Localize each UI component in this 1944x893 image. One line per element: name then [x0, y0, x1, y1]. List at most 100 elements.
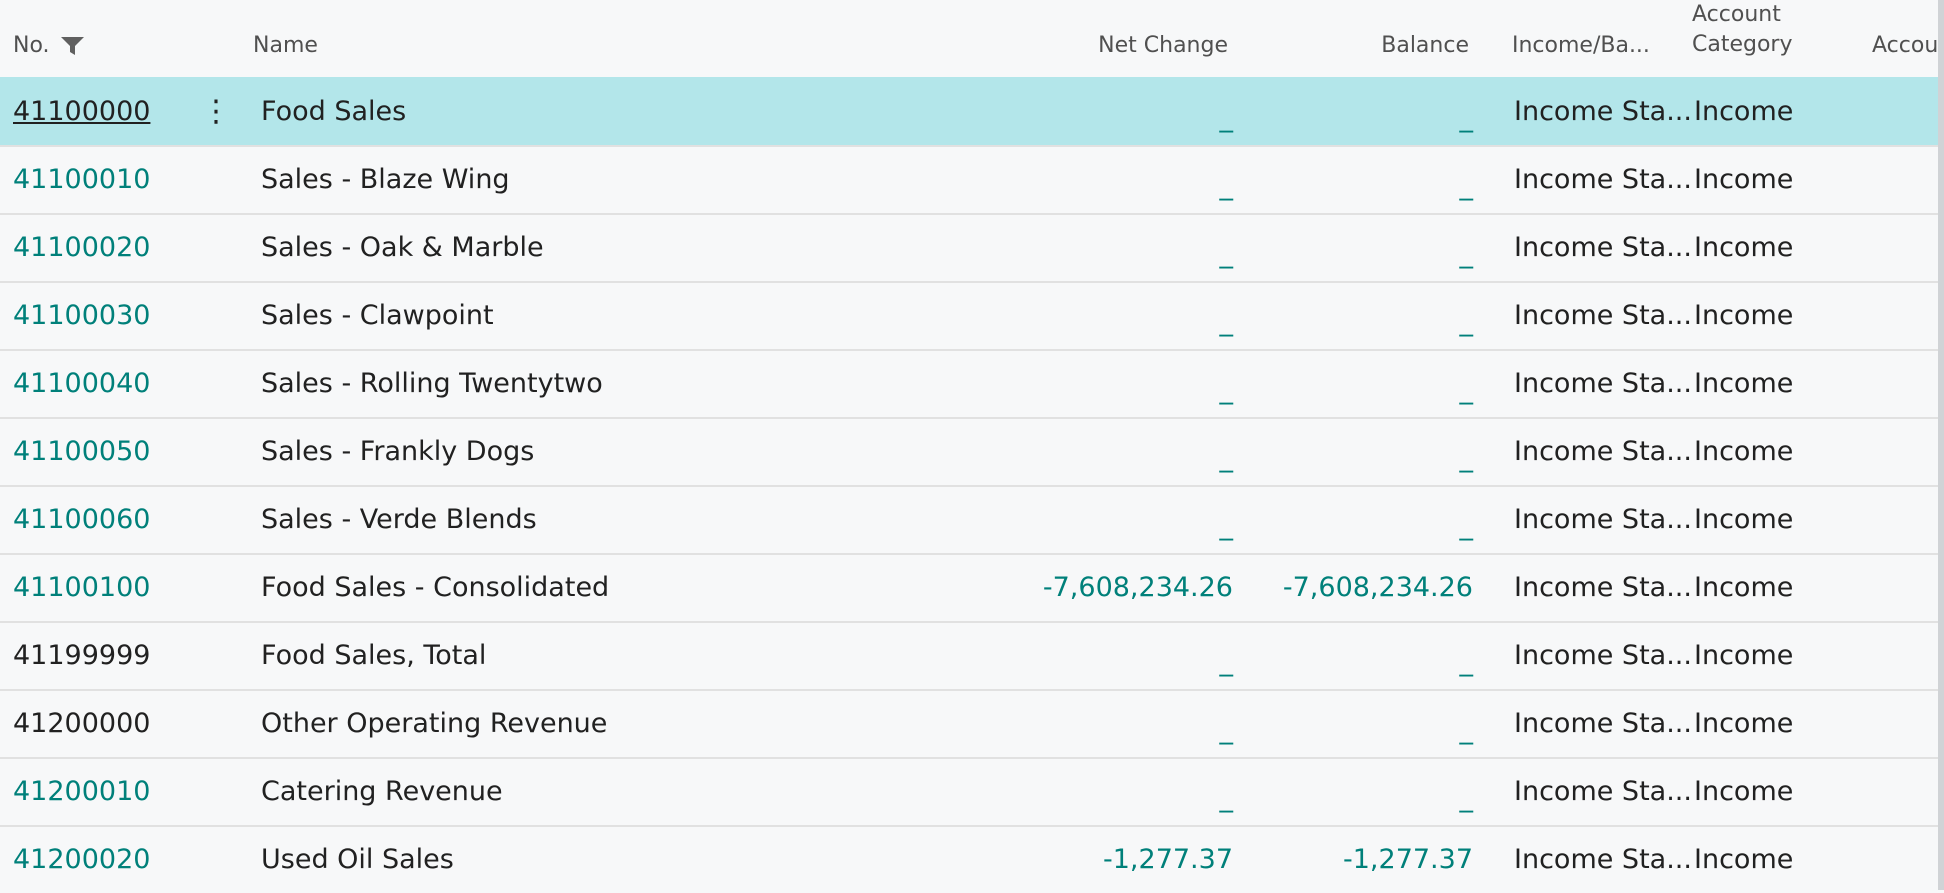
table-row[interactable]: 41100100 Food Sales - Consolidated -7,60…	[0, 553, 1938, 621]
table-body: 41100000 ⋮ Food Sales _ _ Income Sta... I…	[0, 77, 1938, 893]
net-change-value[interactable]: _	[1000, 85, 1234, 151]
account-no-link[interactable]: 41100000	[13, 79, 150, 145]
balance-value[interactable]: _	[1240, 425, 1474, 491]
account-category-value: Income	[1694, 640, 1794, 671]
table-row[interactable]: 41100010 Sales - Blaze Wing _ _ Income S…	[0, 145, 1938, 213]
filter-icon[interactable]	[60, 35, 86, 57]
account-category-value: Income	[1694, 232, 1794, 263]
account-no-link[interactable]: 41200020	[13, 827, 150, 893]
net-change-value[interactable]: _	[1000, 425, 1234, 491]
income-balance-value: Income Sta...	[1514, 232, 1692, 263]
account-name: Other Operating Revenue	[261, 708, 608, 739]
balance-value[interactable]: _	[1240, 697, 1474, 763]
account-name: Food Sales, Total	[261, 640, 487, 671]
net-change-value[interactable]: _	[1000, 765, 1234, 831]
account-name: Sales - Blaze Wing	[261, 164, 510, 195]
net-change-value[interactable]: _	[1000, 629, 1234, 695]
account-category-value: Income	[1694, 300, 1794, 331]
table-row[interactable]: 41100020 Sales - Oak & Marble _ _ Income…	[0, 213, 1938, 281]
account-category-value: Income	[1694, 504, 1794, 535]
income-balance-value: Income Sta...	[1514, 300, 1692, 331]
income-balance-value: Income Sta...	[1514, 572, 1692, 603]
net-change-value[interactable]: -1,277.37	[1000, 827, 1233, 893]
net-change-value[interactable]: _	[1000, 153, 1234, 219]
account-category-value: Income	[1694, 776, 1794, 807]
account-no-link[interactable]: 41100010	[13, 147, 150, 213]
net-change-value[interactable]: _	[1000, 221, 1234, 287]
balance-value[interactable]: -1,277.37	[1240, 827, 1473, 893]
account-no-link[interactable]: 41100040	[13, 351, 150, 417]
account-no-link[interactable]: 41200010	[13, 759, 150, 825]
column-header-no-label: No.	[13, 33, 50, 58]
account-category-value: Income	[1694, 708, 1794, 739]
income-balance-value: Income Sta...	[1514, 844, 1692, 875]
account-no-link[interactable]: 41100050	[13, 419, 150, 485]
balance-value[interactable]: _	[1240, 153, 1474, 219]
table-row[interactable]: 41100030 Sales - Clawpoint _ _ Income St…	[0, 281, 1938, 349]
account-category-value: Income	[1694, 572, 1794, 603]
account-no-link[interactable]: 41100030	[13, 283, 150, 349]
income-balance-value: Income Sta...	[1514, 164, 1692, 195]
balance-value[interactable]: _	[1240, 357, 1474, 423]
balance-value[interactable]: _	[1240, 765, 1474, 831]
table-row[interactable]: 41100000 ⋮ Food Sales _ _ Income Sta... I…	[0, 77, 1938, 145]
column-header-account-truncated[interactable]: Accou	[1872, 30, 1938, 61]
vertical-ellipsis-icon[interactable]: ⋮	[201, 79, 231, 145]
column-header-account-category-line1: Account	[1692, 2, 1781, 27]
vertical-scrollbar[interactable]	[1938, 0, 1944, 890]
list-header: No. Name Net Change Balance Income/Ba...…	[0, 0, 1944, 77]
balance-value[interactable]: _	[1240, 289, 1474, 355]
account-no-link[interactable]: 41100020	[13, 215, 150, 281]
account-name: Food Sales	[261, 96, 407, 127]
balance-value[interactable]: -7,608,234.26	[1240, 555, 1473, 621]
account-name: Sales - Frankly Dogs	[261, 436, 535, 467]
table-row[interactable]: 41100060 Sales - Verde Blends _ _ Income…	[0, 485, 1938, 553]
balance-value[interactable]: _	[1240, 493, 1474, 559]
table-row[interactable]: 41100050 Sales - Frankly Dogs _ _ Income…	[0, 417, 1938, 485]
table-row[interactable]: 41100040 Sales - Rolling Twentytwo _ _ I…	[0, 349, 1938, 417]
account-category-value: Income	[1694, 436, 1794, 467]
account-category-value: Income	[1694, 164, 1794, 195]
balance-value[interactable]: _	[1240, 85, 1474, 151]
net-change-value[interactable]: -7,608,234.26	[1000, 555, 1233, 621]
income-balance-value: Income Sta...	[1514, 504, 1692, 535]
account-no-link[interactable]: 41100060	[13, 487, 150, 553]
account-no-link[interactable]: 41100100	[13, 555, 150, 621]
column-header-no[interactable]: No.	[13, 30, 86, 61]
table-row[interactable]: 41199999 Food Sales, Total _ _ Income St…	[0, 621, 1938, 689]
net-change-value[interactable]: _	[1000, 289, 1234, 355]
net-change-value[interactable]: _	[1000, 357, 1234, 423]
table-row[interactable]: 41200020 Used Oil Sales -1,277.37 -1,277…	[0, 825, 1938, 893]
account-category-value: Income	[1694, 844, 1794, 875]
account-no-link[interactable]: 41199999	[13, 623, 150, 689]
income-balance-value: Income Sta...	[1514, 436, 1692, 467]
account-category-value: Income	[1694, 368, 1794, 399]
account-name: Sales - Clawpoint	[261, 300, 494, 331]
chart-of-accounts-list: No. Name Net Change Balance Income/Ba...…	[0, 0, 1944, 893]
balance-value[interactable]: _	[1240, 629, 1474, 695]
column-header-account-category-line2: Category	[1692, 32, 1793, 57]
account-name: Catering Revenue	[261, 776, 503, 807]
column-header-account-category[interactable]: Account Category	[1692, 0, 1793, 60]
account-name: Used Oil Sales	[261, 844, 454, 875]
income-balance-value: Income Sta...	[1514, 368, 1692, 399]
net-change-value[interactable]: _	[1000, 697, 1234, 763]
account-no-link[interactable]: 41200000	[13, 691, 150, 757]
balance-value[interactable]: _	[1240, 221, 1474, 287]
income-balance-value: Income Sta...	[1514, 776, 1692, 807]
income-balance-value: Income Sta...	[1514, 96, 1692, 127]
table-row[interactable]: 41200010 Catering Revenue _ _ Income Sta…	[0, 757, 1938, 825]
column-header-balance[interactable]: Balance	[1300, 30, 1469, 61]
account-category-value: Income	[1694, 96, 1794, 127]
income-balance-value: Income Sta...	[1514, 640, 1692, 671]
account-name: Sales - Oak & Marble	[261, 232, 544, 263]
column-header-name[interactable]: Name	[253, 30, 318, 61]
column-header-net-change[interactable]: Net Change	[1060, 30, 1228, 61]
account-name: Food Sales - Consolidated	[261, 572, 610, 603]
income-balance-value: Income Sta...	[1514, 708, 1692, 739]
net-change-value[interactable]: _	[1000, 493, 1234, 559]
account-name: Sales - Rolling Twentytwo	[261, 368, 603, 399]
column-header-income-balance[interactable]: Income/Ba...	[1512, 30, 1650, 61]
table-row[interactable]: 41200000 Other Operating Revenue _ _ Inc…	[0, 689, 1938, 757]
account-name: Sales - Verde Blends	[261, 504, 537, 535]
